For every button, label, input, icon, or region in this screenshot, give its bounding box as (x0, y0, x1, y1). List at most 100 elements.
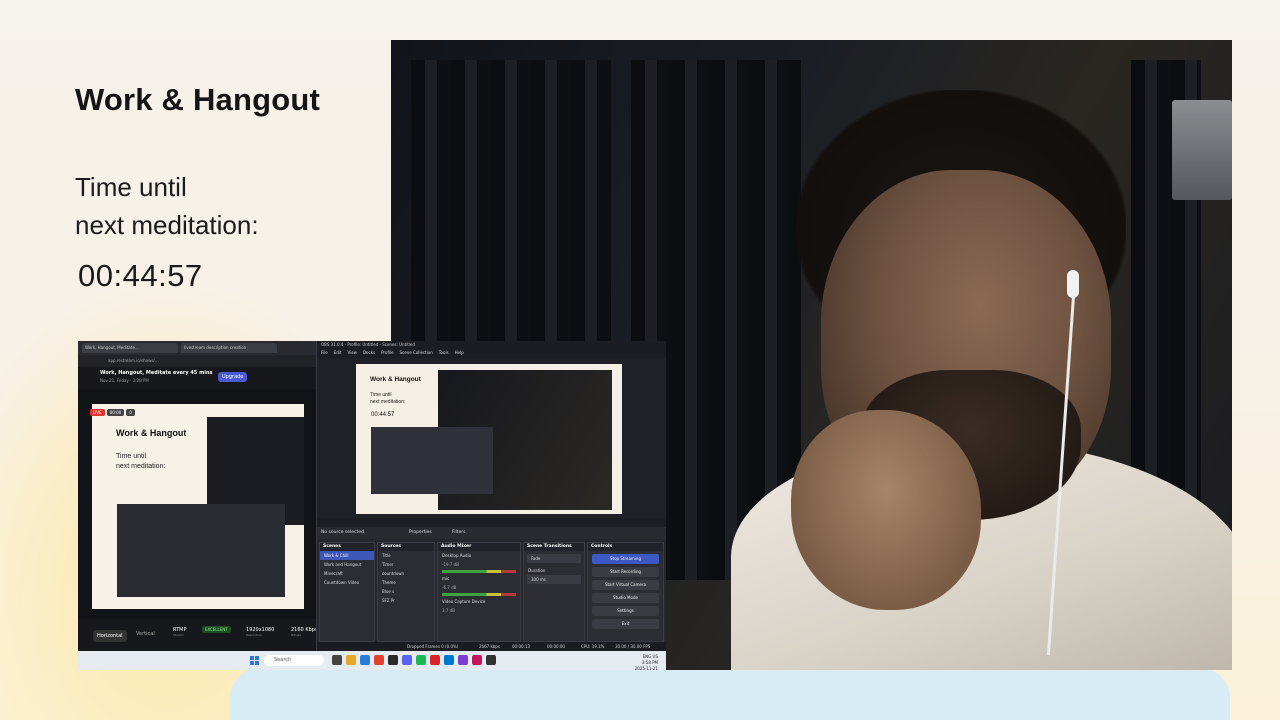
source-item[interactable]: Timer (378, 560, 434, 569)
preview-sub-line1: Time until (116, 453, 147, 460)
timer-label-line2: next meditation: (75, 210, 259, 240)
app-icon[interactable] (458, 655, 468, 665)
scene-item[interactable]: Work and Hangout (320, 560, 374, 569)
stat-resolution: 1920x1080 Resolution (246, 627, 274, 637)
windows-taskbar: Search ENG US 3:58 PM 2025-11-21 (78, 651, 666, 670)
audio-mixer-dock: Audio Mixer Desktop Audio -19.7 dB mic -… (437, 542, 521, 642)
browser-tab-2[interactable]: livestream description creation (181, 343, 277, 353)
obs-titlebar: OBS 31.0.4 - Profile: Untitled - Scenes:… (317, 341, 666, 349)
source-item[interactable]: countdown (378, 569, 434, 578)
obs-canvas: Work & Hangout Time until next meditatio… (356, 364, 622, 514)
scenes-dock: Scenes Work & Chill Work and Hangout Min… (319, 542, 375, 642)
dropped-frames: Dropped Frames 0 (0.0%) (407, 644, 459, 649)
menu-file[interactable]: File (321, 350, 328, 357)
stream-title: Work & Hangout (75, 82, 321, 117)
discord-icon[interactable] (402, 655, 412, 665)
browser-tab-1[interactable]: Work, Hangout, Meditate... (82, 343, 178, 353)
spotify-icon[interactable] (416, 655, 426, 665)
upgrade-button[interactable]: Upgrade (218, 372, 248, 382)
scene-item[interactable]: Countdown Video (320, 578, 374, 587)
transitions-title: Scene Transitions (524, 543, 584, 551)
app-icon[interactable] (430, 655, 440, 665)
obs-icon[interactable] (388, 655, 398, 665)
taskbar-clock: ENG US 3:58 PM 2025-11-21 (635, 654, 658, 670)
stat-bitrate: 2160 Kbps Bitrate (291, 627, 318, 637)
browser-window: Work, Hangout, Meditate... livestream de… (78, 341, 318, 651)
studio-mode-button[interactable]: Studio Mode (592, 593, 659, 603)
canvas-sub: Time until next meditation: (370, 392, 405, 406)
source-toolbar: No source selected Properties Filters (317, 527, 666, 539)
properties-button[interactable]: Properties (409, 530, 432, 535)
windows-start-icon[interactable] (250, 656, 259, 665)
outlook-icon[interactable] (444, 655, 454, 665)
app-icon[interactable] (472, 655, 482, 665)
obs-statusbar: Dropped Frames 0 (0.0%) 2667 kbps 00:00:… (317, 642, 666, 651)
canvas-timer: 00:44:57 (371, 412, 395, 418)
obs-preview[interactable]: Work & Hangout Time until next meditatio… (317, 358, 666, 518)
duration-input[interactable]: 300 ms (527, 575, 581, 584)
stat-resolution-label: Resolution (246, 633, 262, 637)
start-virtual-camera-button[interactable]: Start Virtual Camera (592, 580, 659, 590)
app-icon[interactable] (486, 655, 496, 665)
mixer-channel-name: mic (442, 576, 450, 581)
task-view-icon[interactable] (332, 655, 342, 665)
audio-mixer-title: Audio Mixer (438, 543, 520, 551)
stream-bitrate: 2667 kbps (479, 644, 500, 649)
menu-scene-collection[interactable]: Scene Collection (400, 350, 433, 357)
source-item[interactable]: Blue s (378, 587, 434, 596)
preview-sub-line2: next meditation: (116, 463, 166, 470)
live-badge: LIVE (90, 409, 105, 416)
mode-vertical-button[interactable]: Vertical (136, 631, 155, 637)
menu-view[interactable]: View (347, 350, 357, 357)
filters-button[interactable]: Filters (452, 530, 466, 535)
no-source-label: No source selected (321, 530, 364, 535)
countdown-timer: 00:44:57 (78, 258, 203, 293)
health-badge: EXCELLENT (202, 626, 231, 633)
transition-select[interactable]: Fade (527, 554, 581, 563)
audio-meter (442, 593, 516, 596)
scene-item[interactable]: Work & Chill (320, 551, 374, 560)
taskbar-search[interactable]: Search (264, 655, 324, 666)
preview-screen (117, 504, 285, 597)
restream-header: Work, Hangout, Meditate every 45 mins No… (78, 367, 318, 389)
mode-horizontal-button[interactable]: Horizontal (93, 630, 127, 642)
show-date: Nov 21, Friday · 3:28 PM (100, 378, 149, 383)
viewers-badge: 0 (126, 409, 135, 416)
duration-badge: 00:00 (106, 409, 125, 416)
mixer-channel-level: -6.7 dB (442, 585, 457, 590)
transitions-dock: Scene Transitions Fade Duration 300 ms (523, 542, 585, 642)
canvas-sub-line1: Time until (370, 392, 392, 398)
mixer-channel-level: 3.7 dB (442, 608, 455, 613)
source-item[interactable]: Theme (378, 578, 434, 587)
screen-capture: Work, Hangout, Meditate... livestream de… (78, 341, 666, 670)
stat-bitrate-label: Bitrate (291, 633, 302, 637)
air-conditioner (1172, 100, 1232, 200)
cpu-usage: CPU: 19.1% (581, 644, 605, 649)
restream-footer: Horizontal Vertical RTMP Stream EXCELLENT… (78, 619, 318, 651)
settings-button[interactable]: Settings (592, 606, 659, 616)
exit-button[interactable]: Exit (592, 619, 659, 629)
scenes-dock-title: Scenes (320, 543, 374, 551)
stat-protocol: RTMP Stream (173, 627, 187, 637)
menu-help[interactable]: Help (455, 350, 464, 357)
timer-label: Time until next meditation: (75, 168, 259, 244)
start-recording-button[interactable]: Start Recording (592, 567, 659, 577)
chrome-icon[interactable] (374, 655, 384, 665)
live-badges: LIVE 00:00 0 (90, 409, 135, 416)
edge-icon[interactable] (360, 655, 370, 665)
menu-docks[interactable]: Docks (363, 350, 375, 357)
address-bar[interactable]: app.restream.io/shows/... (78, 355, 318, 367)
sources-dock: Sources Title Timer countdown Theme Blue… (377, 542, 435, 642)
stop-streaming-button[interactable]: Stop Streaming (592, 554, 659, 564)
source-item[interactable]: Title (378, 551, 434, 560)
file-explorer-icon[interactable] (346, 655, 356, 665)
source-item[interactable]: SFZ Pr (378, 596, 434, 605)
stat-protocol-label: Stream (173, 633, 184, 637)
menu-profile[interactable]: Profile (381, 350, 393, 357)
preview-title: Work & Hangout (116, 428, 187, 438)
menu-tools[interactable]: Tools (439, 350, 449, 357)
taskbar-date: 2025-11-21 (634, 666, 658, 670)
canvas-title: Work & Hangout (370, 376, 421, 383)
scene-item[interactable]: Minecraft (320, 569, 374, 578)
menu-edit[interactable]: Edit (334, 350, 342, 357)
